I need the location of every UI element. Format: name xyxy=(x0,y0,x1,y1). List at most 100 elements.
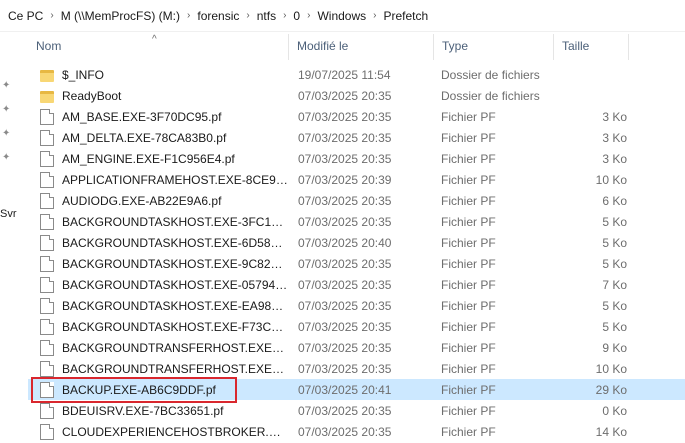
file-modified-date: 07/03/2025 20:35 xyxy=(298,361,392,376)
file-name: AM_DELTA.EXE-78CA83B0.pf xyxy=(62,130,227,145)
file-icon xyxy=(40,402,54,419)
breadcrumb-item[interactable]: ntfs xyxy=(253,9,280,23)
breadcrumb-item[interactable]: M (\\MemProcFS) (M:) xyxy=(57,9,184,23)
file-modified-date: 07/03/2025 20:35 xyxy=(298,214,392,229)
file-type: Fichier PF xyxy=(441,109,496,124)
file-type: Dossier de fichiers xyxy=(441,88,540,103)
pin-icon[interactable]: ✦ xyxy=(2,152,12,164)
file-row[interactable]: BACKGROUNDTASKHOST.EXE-9C828DA4... 07/03/… xyxy=(28,253,685,274)
chevron-right-icon[interactable]: › xyxy=(370,10,379,21)
file-icon xyxy=(40,234,54,251)
nav-item-label[interactable]: Svr xyxy=(0,208,17,220)
column-header-label: Taille xyxy=(562,39,590,53)
file-icon xyxy=(40,381,54,398)
breadcrumb-item[interactable]: Ce PC xyxy=(4,9,47,23)
file-size: 5 Ko xyxy=(602,298,627,313)
file-size: 5 Ko xyxy=(602,214,627,229)
chevron-right-icon[interactable]: › xyxy=(184,10,193,21)
file-row[interactable]: CLOUDEXPERIENCEHOSTBROKER.EXE-A... 07/03/… xyxy=(28,421,685,442)
file-modified-date: 07/03/2025 20:35 xyxy=(298,319,392,334)
file-name: $_INFO xyxy=(62,67,105,82)
file-row[interactable]: AUDIODG.EXE-AB22E9A6.pf 07/03/2025 20:35 F… xyxy=(28,190,685,211)
file-type: Dossier de fichiers xyxy=(441,67,540,82)
chevron-right-icon[interactable]: › xyxy=(280,10,289,21)
column-header-label: Nom xyxy=(36,39,62,53)
file-row[interactable]: AM_BASE.EXE-3F70DC95.pf 07/03/2025 20:35 F… xyxy=(28,106,685,127)
file-modified-date: 07/03/2025 20:39 xyxy=(298,172,392,187)
breadcrumb-item[interactable]: 0 xyxy=(289,9,304,23)
file-row[interactable]: AM_ENGINE.EXE-F1C956E4.pf 07/03/2025 20:3… xyxy=(28,148,685,169)
file-row[interactable]: $_INFO 19/07/2025 11:54 Dossier de fichier… xyxy=(28,64,685,85)
file-icon xyxy=(40,150,54,167)
file-modified-date: 07/03/2025 20:35 xyxy=(298,256,392,271)
file-type: Fichier PF xyxy=(441,319,496,334)
file-icon xyxy=(40,213,54,230)
file-icon xyxy=(40,192,54,209)
file-row[interactable]: BACKGROUNDTASKHOST.EXE-3FC1F310.pf 07/03/… xyxy=(28,211,685,232)
file-name: CLOUDEXPERIENCEHOSTBROKER.EXE-A... xyxy=(62,424,288,439)
chevron-right-icon[interactable]: › xyxy=(304,10,313,21)
file-name: BACKGROUNDTASKHOST.EXE-0579489D.pf xyxy=(62,277,288,292)
file-type: Fichier PF xyxy=(441,256,496,271)
file-type: Fichier PF xyxy=(441,130,496,145)
folder-icon xyxy=(40,69,54,82)
chevron-right-icon[interactable]: › xyxy=(47,10,56,21)
file-size: 3 Ko xyxy=(602,130,627,145)
pin-icon[interactable]: ✦ xyxy=(2,104,12,116)
file-row[interactable]: APPLICATIONFRAMEHOST.EXE-8CE9A1E... 07/03… xyxy=(28,169,685,190)
file-modified-date: 07/03/2025 20:40 xyxy=(298,235,392,250)
folder-icon xyxy=(40,90,54,103)
file-row[interactable]: BACKGROUNDTRANSFERHOST.EXE-3A9B... 07/03/… xyxy=(28,337,685,358)
file-type: Fichier PF xyxy=(441,235,496,250)
breadcrumb-item[interactable]: Prefetch xyxy=(379,9,432,23)
file-type: Fichier PF xyxy=(441,340,496,355)
file-row[interactable]: BACKGROUNDTASKHOST.EXE-EA986D2F.pf 07/03/… xyxy=(28,295,685,316)
file-row[interactable]: BACKGROUNDTASKHOST.EXE-F73CD19C... 07/03/… xyxy=(28,316,685,337)
file-modified-date: 07/03/2025 20:35 xyxy=(298,88,392,103)
file-name: BACKGROUNDTRANSFERHOST.EXE-E7B7... xyxy=(62,361,288,376)
file-name: BACKGROUNDTASKHOST.EXE-3FC1F310.pf xyxy=(62,214,288,229)
file-name: BACKGROUNDTASKHOST.EXE-9C828DA4... xyxy=(62,256,288,271)
file-row[interactable]: BACKGROUNDTASKHOST.EXE-0579489D.pf 07/03/… xyxy=(28,274,685,295)
file-type: Fichier PF xyxy=(441,403,496,418)
file-name: BACKGROUNDTRANSFERHOST.EXE-3A9B... xyxy=(62,340,288,355)
column-header-size[interactable]: Taille xyxy=(553,34,629,60)
file-icon xyxy=(40,129,54,146)
file-size: 3 Ko xyxy=(602,151,627,166)
file-modified-date: 07/03/2025 20:41 xyxy=(298,382,392,397)
file-modified-date: 07/03/2025 20:35 xyxy=(298,277,392,292)
file-name: BACKUP.EXE-AB6C9DDF.pf xyxy=(62,382,216,397)
file-row[interactable]: BACKGROUNDTRANSFERHOST.EXE-E7B7... 07/03/… xyxy=(28,358,685,379)
pin-icon[interactable]: ✦ xyxy=(2,128,12,140)
file-row-selected[interactable]: BACKUP.EXE-AB6C9DDF.pf 07/03/2025 20:41 Fi… xyxy=(28,379,685,400)
file-name: APPLICATIONFRAMEHOST.EXE-8CE9A1E... xyxy=(62,172,288,187)
column-header-type[interactable]: Type xyxy=(433,34,553,60)
file-icon xyxy=(40,423,54,440)
file-row[interactable]: BDEUISRV.EXE-7BC33651.pf 07/03/2025 20:35… xyxy=(28,400,685,421)
breadcrumb-item[interactable]: Windows xyxy=(313,9,370,23)
file-type: Fichier PF xyxy=(441,298,496,313)
file-name: BDEUISRV.EXE-7BC33651.pf xyxy=(62,403,224,418)
file-size: 5 Ko xyxy=(602,256,627,271)
file-icon xyxy=(40,318,54,335)
file-name: AM_ENGINE.EXE-F1C956E4.pf xyxy=(62,151,235,166)
column-header-label: Type xyxy=(442,39,469,53)
file-row[interactable]: ReadyBoot 07/03/2025 20:35 Dossier de fich… xyxy=(28,85,685,106)
file-name: AM_BASE.EXE-3F70DC95.pf xyxy=(62,109,222,124)
file-modified-date: 07/03/2025 20:35 xyxy=(298,193,392,208)
breadcrumb-item[interactable]: forensic xyxy=(193,9,243,23)
navigation-pane: ✦ ✦ ✦ ✦ Svr xyxy=(0,32,17,443)
pin-icon[interactable]: ✦ xyxy=(2,80,12,92)
file-size: 6 Ko xyxy=(602,193,627,208)
file-modified-date: 19/07/2025 11:54 xyxy=(298,67,391,82)
file-row[interactable]: AM_DELTA.EXE-78CA83B0.pf 07/03/2025 20:35… xyxy=(28,127,685,148)
file-size: 5 Ko xyxy=(602,235,627,250)
file-size: 14 Ko xyxy=(595,424,627,439)
column-header-name[interactable]: ^ Nom xyxy=(28,34,288,60)
file-name: ReadyBoot xyxy=(62,88,122,103)
column-header-row: ^ Nom Modifié le Type Taille xyxy=(28,34,685,60)
column-header-date[interactable]: Modifié le xyxy=(288,34,433,60)
chevron-right-icon[interactable]: › xyxy=(243,10,252,21)
file-row[interactable]: BACKGROUNDTASKHOST.EXE-6D58042C.pf 07/03/… xyxy=(28,232,685,253)
sort-ascending-icon: ^ xyxy=(152,34,157,45)
